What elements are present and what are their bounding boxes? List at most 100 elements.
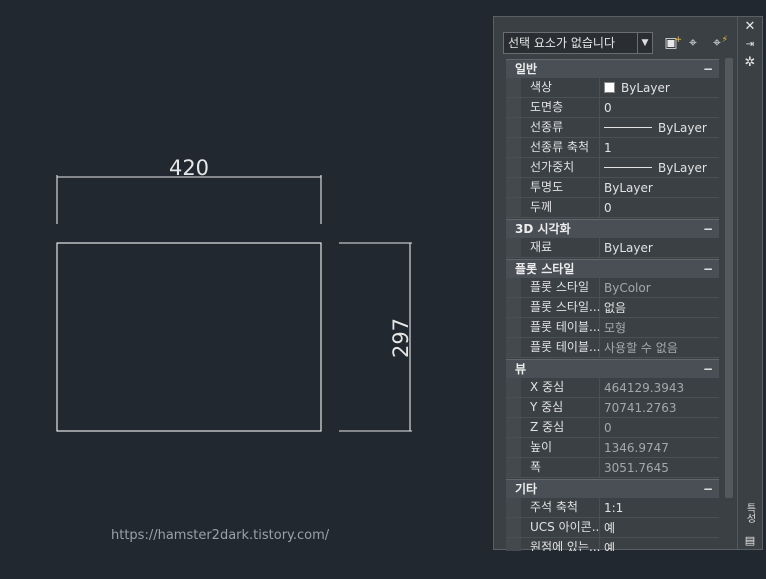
property-value[interactable]: 사용할 수 없음	[600, 338, 719, 357]
collapse-icon[interactable]: −	[703, 60, 713, 78]
property-value[interactable]: ByLayer	[600, 238, 719, 257]
row-gutter	[506, 198, 521, 217]
property-value[interactable]: 70741.2763	[600, 398, 719, 417]
properties-scrollbar[interactable]	[725, 58, 733, 498]
property-row[interactable]: 두께 0	[506, 198, 719, 218]
section-header[interactable]: 일반 −	[506, 59, 719, 78]
property-row[interactable]: Z 중심 0	[506, 418, 719, 438]
selection-dropdown[interactable]: 선택 요소가 없습니다 ▼	[503, 32, 653, 54]
property-value[interactable]: 1	[600, 138, 719, 157]
property-name: 폭	[521, 458, 600, 477]
collapse-icon[interactable]: −	[703, 360, 713, 378]
property-value-text: 예	[604, 540, 616, 552]
property-value-text: ByLayer	[621, 80, 670, 95]
property-value[interactable]: 0	[600, 98, 719, 117]
dimension-width[interactable]	[56, 175, 322, 224]
property-value-text: ByLayer	[604, 180, 653, 195]
property-value[interactable]: ByLayer	[600, 118, 719, 137]
drawing-canvas[interactable]: 420 297 https://hamster2dark.tistory.com…	[0, 0, 490, 579]
drawing-svg[interactable]: 420 297	[0, 0, 490, 579]
property-row[interactable]: 선종류 ByLayer	[506, 118, 719, 138]
property-value-text: 0	[604, 100, 612, 115]
row-gutter	[506, 158, 521, 177]
property-value-text: 1:1	[604, 500, 624, 515]
dimension-width-text: 420	[169, 156, 209, 180]
row-gutter	[506, 378, 521, 397]
property-value[interactable]: 3051.7645	[600, 458, 719, 477]
row-gutter	[506, 298, 521, 317]
property-row[interactable]: 도면층 0	[506, 98, 719, 118]
palette-title-strip[interactable]: ✕ ⇥ ✲ 특성 ▤	[737, 17, 762, 549]
property-name: 선종류 축척	[521, 138, 600, 157]
property-row[interactable]: 플롯 테이블... 사용할 수 없음	[506, 338, 719, 358]
watermark-url: https://hamster2dark.tistory.com/	[111, 528, 330, 543]
collapse-icon[interactable]: −	[703, 480, 713, 498]
property-value[interactable]: ByColor	[600, 278, 719, 297]
linetype-preview-icon	[604, 127, 652, 128]
property-row[interactable]: 주석 축척 1:1	[506, 498, 719, 518]
section-header[interactable]: 뷰 −	[506, 359, 719, 378]
property-value[interactable]: 모형	[600, 318, 719, 337]
property-row[interactable]: 투명도 ByLayer	[506, 178, 719, 198]
row-gutter	[506, 78, 521, 97]
property-value-text: ByLayer	[658, 120, 707, 135]
collapse-icon[interactable]: −	[703, 220, 713, 238]
property-row[interactable]: Y 중심 70741.2763	[506, 398, 719, 418]
property-value[interactable]: ByLayer	[600, 158, 719, 177]
property-row[interactable]: 폭 3051.7645	[506, 458, 719, 478]
collapse-icon[interactable]: −	[703, 260, 713, 278]
property-name: 주석 축척	[521, 498, 600, 517]
property-value-text: 없음	[604, 300, 627, 315]
property-value-text: 예	[604, 520, 616, 535]
row-gutter	[506, 538, 521, 551]
section-header[interactable]: 기타 −	[506, 479, 719, 498]
property-row[interactable]: 플롯 테이블... 모형	[506, 318, 719, 338]
property-row[interactable]: 선종류 축척 1	[506, 138, 719, 158]
property-row[interactable]: UCS 아이콘... 예	[506, 518, 719, 538]
property-value[interactable]: 1:1	[600, 498, 719, 517]
properties-palette[interactable]: 선택 요소가 없습니다 ▼ ▣ + ⌖ ⌖ ⚡ 일반 − 색상 ByLayer 도면층 0 선종…	[493, 16, 763, 551]
quick-select-button[interactable]: ⌖ ⚡	[708, 34, 728, 52]
drawing-rectangle[interactable]	[56, 242, 322, 432]
gear-icon[interactable]: ✲	[742, 55, 758, 71]
property-value-text: 3051.7645	[604, 460, 669, 475]
row-gutter	[506, 498, 521, 517]
property-value[interactable]: 1346.9747	[600, 438, 719, 457]
property-row[interactable]: 플롯 스타일... 없음	[506, 298, 719, 318]
select-objects-button[interactable]: ⌖	[684, 34, 702, 52]
section-header[interactable]: 플롯 스타일 −	[506, 259, 719, 278]
property-value-text: 0	[604, 420, 612, 435]
property-value[interactable]: 예	[600, 518, 719, 537]
property-value[interactable]: ByLayer	[600, 178, 719, 197]
property-name: 원점에 있는...	[521, 538, 600, 551]
section-header[interactable]: 3D 시각화 −	[506, 219, 719, 238]
property-row[interactable]: 재료 ByLayer	[506, 238, 719, 258]
auto-hide-icon[interactable]: ⇥	[742, 37, 758, 53]
property-value[interactable]: 예	[600, 538, 719, 552]
section-title: 3D 시각화	[515, 222, 571, 236]
property-row[interactable]: 색상 ByLayer	[506, 78, 719, 98]
color-swatch-icon	[604, 82, 615, 93]
property-row[interactable]: 선가중치 ByLayer	[506, 158, 719, 178]
row-gutter	[506, 138, 521, 157]
property-value[interactable]: 없음	[600, 298, 719, 317]
property-row[interactable]: 플롯 스타일 ByColor	[506, 278, 719, 298]
toggle-pickadd-button[interactable]: ▣ +	[662, 34, 682, 52]
property-value[interactable]: 0	[600, 418, 719, 437]
property-value[interactable]: ByLayer	[600, 78, 719, 97]
palette-icon[interactable]: ▤	[742, 533, 758, 549]
property-name: 선가중치	[521, 158, 600, 177]
property-value-text: 1346.9747	[604, 440, 669, 455]
section-title: 기타	[515, 482, 538, 496]
property-value-text: 70741.2763	[604, 400, 677, 415]
property-row[interactable]: 높이 1346.9747	[506, 438, 719, 458]
property-value[interactable]: 464129.3943	[600, 378, 719, 397]
chevron-down-icon[interactable]: ▼	[637, 33, 652, 53]
property-row[interactable]: 원점에 있는... 예	[506, 538, 719, 551]
properties-grid[interactable]: 일반 − 색상 ByLayer 도면층 0 선종류 ByLayer 선종류 축척 1 선가중치 ByL…	[506, 58, 719, 551]
close-icon[interactable]: ✕	[742, 19, 758, 35]
property-row[interactable]: X 중심 464129.3943	[506, 378, 719, 398]
quick-select-icon: ⌖	[713, 35, 721, 51]
property-value[interactable]: 0	[600, 198, 719, 217]
section-title: 일반	[515, 62, 538, 76]
